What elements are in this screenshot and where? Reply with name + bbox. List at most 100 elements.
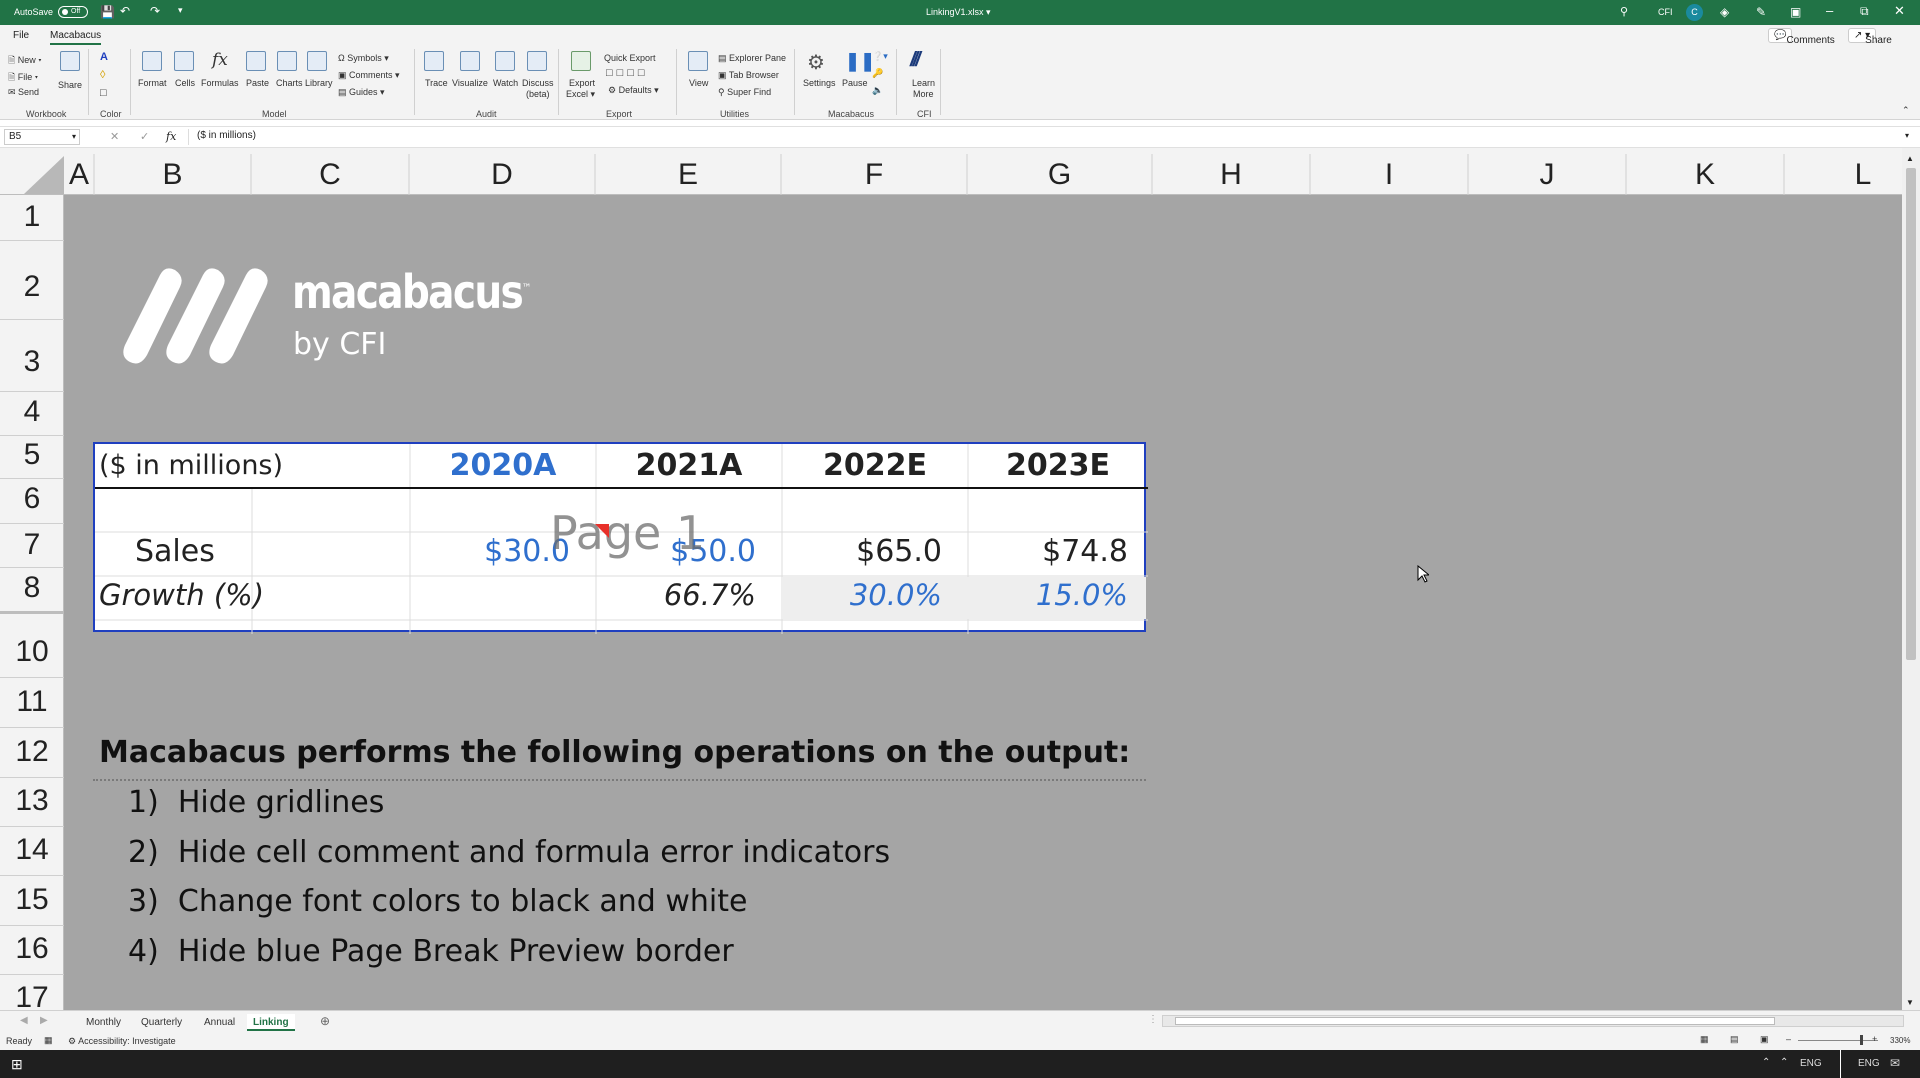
- avatar[interactable]: C: [1686, 4, 1703, 21]
- discuss-icon[interactable]: [527, 51, 547, 71]
- row-header-1[interactable]: 1: [0, 200, 64, 234]
- fx-icon[interactable]: fx: [212, 50, 228, 70]
- cells-icon[interactable]: [174, 51, 194, 71]
- header-label-cell[interactable]: ($ in millions): [99, 450, 283, 481]
- minimize-icon[interactable]: –: [1826, 3, 1833, 18]
- growth-label-cell[interactable]: Growth (%): [99, 578, 264, 612]
- growth-2022e-cell[interactable]: 30.0%: [782, 578, 942, 612]
- scroll-up-icon[interactable]: ▲: [1906, 154, 1914, 163]
- customize-qat-icon[interactable]: ▾: [178, 5, 183, 16]
- expand-formula-icon[interactable]: ▾: [1905, 131, 1909, 140]
- sheet-tab-quarterly[interactable]: Quarterly: [135, 1014, 188, 1031]
- normal-view-icon[interactable]: ▦: [1700, 1034, 1709, 1045]
- row-header-12[interactable]: 12: [0, 735, 64, 769]
- library-icon[interactable]: [307, 51, 327, 71]
- sheet-area[interactable]: macabacus™ by CFI ($ in millions) 2020A …: [64, 195, 1902, 1010]
- collapse-ribbon-icon[interactable]: ⌃: [1902, 105, 1910, 116]
- page-layout-icon[interactable]: ▤: [1730, 1034, 1739, 1045]
- sales-2022e-cell[interactable]: $65.0: [782, 534, 942, 569]
- row-header-2[interactable]: 2: [0, 270, 64, 304]
- visualize-icon[interactable]: [460, 51, 480, 71]
- charts-icon[interactable]: [277, 51, 297, 71]
- cancel-icon[interactable]: ✕: [110, 130, 119, 143]
- font-color-icon[interactable]: A: [100, 51, 108, 63]
- list-item[interactable]: 1) Hide gridlines: [128, 785, 384, 820]
- enter-icon[interactable]: ✓: [140, 130, 149, 143]
- language-indicator[interactable]: ENG: [1800, 1058, 1822, 1069]
- border-color-icon[interactable]: □: [100, 87, 107, 99]
- row-header-13[interactable]: 13: [0, 784, 64, 818]
- share-icon[interactable]: [60, 51, 80, 71]
- tab-macabacus[interactable]: Macabacus: [50, 30, 102, 45]
- tab-file[interactable]: File: [13, 30, 29, 41]
- sales-2023e-cell[interactable]: $74.8: [968, 534, 1128, 569]
- sales-label-cell[interactable]: Sales: [135, 534, 215, 569]
- autosave-toggle[interactable]: Off: [58, 6, 88, 18]
- row-header-14[interactable]: 14: [0, 833, 64, 867]
- fill-color-icon[interactable]: ◊: [100, 69, 105, 81]
- export-excel-icon[interactable]: [571, 51, 591, 71]
- horizontal-scrollbar[interactable]: [1162, 1015, 1904, 1027]
- diamond-icon[interactable]: ◈: [1720, 5, 1729, 19]
- zoom-out-icon[interactable]: –: [1786, 1034, 1791, 1044]
- comments-button[interactable]: 💬 Comments: [1768, 28, 1835, 46]
- scroll-down-icon[interactable]: ▼: [1906, 998, 1914, 1007]
- defaults-button[interactable]: ⚙ Defaults ▾: [608, 85, 659, 96]
- row-header-8[interactable]: 8: [0, 571, 64, 605]
- notes-heading[interactable]: Macabacus performs the following operati…: [99, 735, 1130, 770]
- formula-input[interactable]: ($ in millions): [188, 129, 1900, 145]
- macro-record-icon[interactable]: ▦: [44, 1035, 53, 1046]
- zoom-slider[interactable]: [1798, 1040, 1878, 1041]
- year-header-2022e[interactable]: 2022E: [782, 448, 968, 483]
- row-header-3[interactable]: 3: [0, 345, 64, 379]
- settings-icon[interactable]: ⚙: [807, 50, 825, 75]
- list-item[interactable]: 3) Change font colors to black and white: [128, 884, 747, 919]
- watch-icon[interactable]: [495, 51, 515, 71]
- file-title[interactable]: LinkingV1.xlsx ▾: [926, 7, 991, 18]
- comment-indicator-icon[interactable]: [595, 524, 609, 538]
- growth-2023e-cell[interactable]: 15.0%: [968, 578, 1128, 612]
- prev-sheet-icon[interactable]: ◀: [20, 1015, 28, 1026]
- row-header-4[interactable]: 4: [0, 395, 64, 429]
- accessibility-status[interactable]: ⚙ Accessibility: Investigate: [68, 1036, 176, 1047]
- windows-start-icon[interactable]: ⊞: [11, 1056, 23, 1073]
- horizontal-scroll-thumb[interactable]: [1175, 1017, 1775, 1025]
- tab-browser-button[interactable]: ▣ Tab Browser: [718, 70, 779, 81]
- redo-icon[interactable]: ↷: [150, 4, 160, 18]
- row-header-5[interactable]: 5: [0, 438, 64, 472]
- restore-icon[interactable]: ⧉: [1860, 4, 1869, 19]
- sales-2020a-cell[interactable]: $30.0: [410, 534, 570, 569]
- row-header-10[interactable]: 10: [0, 635, 64, 669]
- comments-ribbon-button[interactable]: ▣ Comments ▾: [338, 70, 400, 81]
- sheet-tab-linking[interactable]: Linking: [247, 1014, 295, 1031]
- new-button[interactable]: 🗎 New ▾: [8, 53, 42, 69]
- trace-icon[interactable]: [424, 51, 444, 71]
- tray-chevron-icon[interactable]: ⌃: [1780, 1057, 1788, 1068]
- sheet-tab-monthly[interactable]: Monthly: [80, 1014, 127, 1031]
- list-item[interactable]: 4) Hide blue Page Break Preview border: [128, 934, 734, 969]
- cfi-logo-icon[interactable]: ///: [910, 49, 921, 72]
- super-find-button[interactable]: ⚲ Super Find: [718, 87, 771, 98]
- name-box[interactable]: B5 ▾: [4, 129, 80, 145]
- help-icon[interactable]: ❔▾: [872, 51, 888, 62]
- quick-export-icons[interactable]: □□□□: [606, 67, 649, 79]
- page-break-preview-icon[interactable]: ▣: [1760, 1034, 1769, 1045]
- close-icon[interactable]: ✕: [1894, 3, 1905, 19]
- undo-icon[interactable]: ↶: [120, 4, 130, 18]
- tab-split-handle[interactable]: ⋮: [1148, 1014, 1158, 1025]
- row-header-6[interactable]: 6: [0, 482, 64, 516]
- sheet-tab-annual[interactable]: Annual: [198, 1014, 241, 1031]
- vertical-scrollbar[interactable]: ▲ ▼: [1902, 148, 1920, 1010]
- file-button[interactable]: 🗎 File ▾: [8, 70, 38, 86]
- view-icon[interactable]: [688, 51, 708, 71]
- notifications-icon[interactable]: ✉: [1890, 1056, 1900, 1070]
- tray-expand-icon[interactable]: ⌃: [1762, 1057, 1770, 1068]
- guides-button[interactable]: ▤ Guides ▾: [338, 87, 385, 98]
- insert-function-icon[interactable]: fx: [166, 130, 176, 143]
- next-sheet-icon[interactable]: ▶: [40, 1015, 48, 1026]
- row-header-7[interactable]: 7: [0, 528, 64, 562]
- ribbon-display-icon[interactable]: ▣: [1790, 5, 1801, 19]
- taskbar-lang-secondary[interactable]: ENG: [1858, 1058, 1880, 1069]
- paste-icon[interactable]: [246, 51, 266, 71]
- pause-icon[interactable]: ❚❚: [845, 51, 875, 72]
